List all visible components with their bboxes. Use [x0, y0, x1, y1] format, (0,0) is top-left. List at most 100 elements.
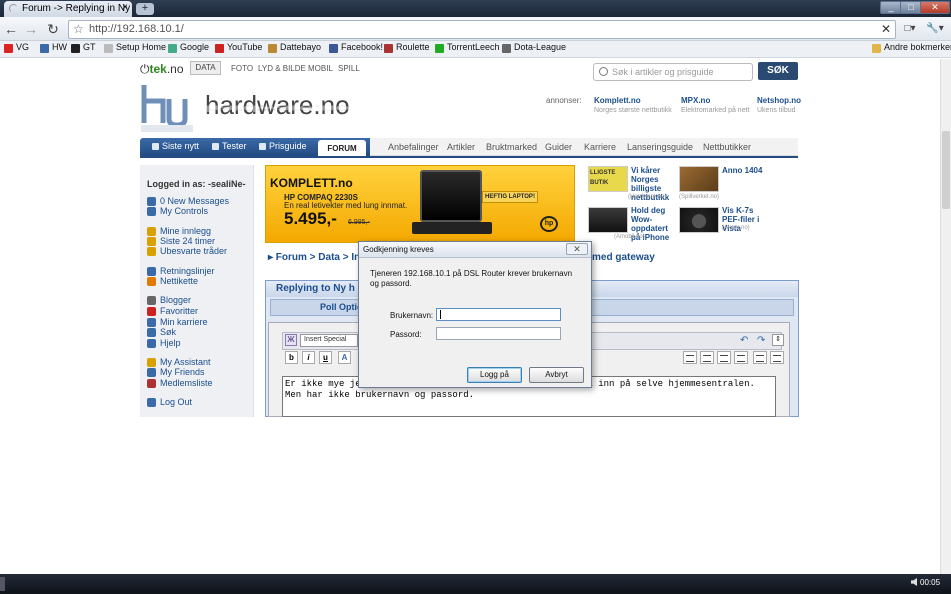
bookmark-google[interactable]: Google [168, 42, 209, 56]
sidebar-item-icon [147, 227, 156, 236]
align-center-icon[interactable] [700, 351, 714, 364]
italic-button[interactable]: i [302, 351, 315, 364]
sidebar-item-icon [147, 237, 156, 246]
insert-special-select[interactable]: Insert Special [300, 334, 358, 347]
align-right-icon[interactable] [717, 351, 731, 364]
nav-prisguide[interactable]: Prisguide [259, 141, 307, 151]
bookmark-vg[interactable]: VG [4, 42, 29, 56]
taskbar-clock[interactable]: 00:05 [920, 578, 940, 587]
taskbar-edge [0, 577, 5, 591]
news-thumb-anno[interactable] [679, 166, 719, 192]
sidebar-item-label: Log Out [160, 397, 193, 407]
dialog-close-icon[interactable]: ✕ [566, 243, 588, 255]
page-menu-button[interactable]: □▾ [900, 20, 920, 38]
news-src-1: (Hardware.no) [628, 194, 667, 200]
star-icon[interactable]: ☆ [73, 22, 84, 36]
bookmark-gt[interactable]: GT [71, 42, 96, 56]
font-color-icon[interactable]: A [338, 351, 351, 364]
scrollbar-thumb[interactable] [942, 131, 950, 209]
nav-siste-nytt[interactable]: Siste nytt [152, 141, 199, 151]
hw-logo[interactable] [141, 83, 193, 133]
topnav-spill[interactable]: SPILL [338, 64, 360, 73]
topnav-mobil[interactable]: MOBIL [308, 64, 333, 73]
sidebar-item-ubesvarte-tr-der[interactable]: Ubesvarte tråder [147, 246, 227, 258]
topnav-lyd-bilde[interactable]: LYD & BILDE [258, 64, 306, 73]
reload-button[interactable]: ↻ [44, 20, 62, 38]
loading-icon [9, 4, 18, 13]
subnav-lanseringsguide[interactable]: Lanseringsguide [627, 142, 693, 152]
stop-icon[interactable]: ✕ [881, 22, 891, 36]
sidebar-item-my-controls[interactable]: My Controls [147, 206, 208, 218]
new-tab-button[interactable]: + [136, 3, 154, 15]
site-search-button[interactable]: SØK [758, 62, 798, 80]
bookmark-torrentleech[interactable]: TorrentLeech [435, 42, 500, 56]
news-thumb-iphone[interactable] [588, 207, 628, 233]
numbered-list-icon[interactable] [753, 351, 767, 364]
hp-logo: hp [540, 216, 558, 232]
other-bookmarks[interactable]: Andre bokmerker [872, 42, 951, 56]
taskbar [0, 574, 951, 594]
back-button[interactable]: ← [2, 20, 20, 38]
nav-tester[interactable]: Tester [212, 141, 247, 151]
bookmark-hw[interactable]: HW [40, 42, 67, 56]
bold-button[interactable]: b [285, 351, 298, 364]
tab-close-icon[interactable]: × [122, 2, 128, 13]
topnav-data[interactable]: DATA [190, 61, 221, 75]
justify-icon[interactable] [734, 351, 748, 364]
scrollbar[interactable] [940, 59, 951, 574]
bookmark-dota-league[interactable]: Dota-League [502, 42, 566, 56]
redo-icon[interactable]: ↷ [757, 335, 765, 346]
window-close-button[interactable]: ✕ [920, 1, 950, 14]
tek-logo[interactable]: ⏻tek.no [140, 62, 184, 77]
bookmark-roulette[interactable]: Roulette [384, 42, 430, 56]
news-thumb-camera[interactable] [679, 207, 719, 233]
topnav-foto[interactable]: FOTO [231, 64, 253, 73]
sidebar-item-hjelp[interactable]: Hjelp [147, 338, 181, 350]
sidebar-item-icon [147, 207, 156, 216]
browser-tab[interactable]: Forum -> Replying in Ny ... × [4, 1, 132, 17]
address-bar[interactable]: ☆ http://192.168.10.1/ ✕ [68, 20, 896, 39]
news-title-2[interactable]: Anno 1404 [722, 166, 762, 175]
ad-komplett[interactable]: Komplett.no [594, 96, 641, 105]
sidebar-item-nettikette[interactable]: Nettikette [147, 276, 198, 288]
password-field[interactable] [436, 327, 561, 340]
ad-netshop[interactable]: Netshop.no [757, 96, 801, 105]
underline-button[interactable]: u [319, 351, 332, 364]
text-cursor [440, 310, 441, 319]
breadcrumb[interactable]: ▸ Forum > Data > Inf [268, 252, 364, 263]
breadcrumb-tail[interactable]: med gateway [592, 252, 655, 263]
poll-options-label[interactable]: Poll Optio [320, 302, 363, 312]
bookmark-dattebayo[interactable]: Dattebayo [268, 42, 321, 56]
undo-icon[interactable]: ↶ [740, 335, 748, 346]
subnav-artikler[interactable]: Artikler [447, 142, 475, 152]
maximize-button[interactable]: □ [900, 1, 922, 14]
special-char-icon[interactable]: Ж [285, 334, 297, 346]
bullet-list-icon[interactable] [770, 351, 784, 364]
username-field[interactable] [436, 308, 561, 321]
resize-icon[interactable]: ⇕ [772, 334, 784, 346]
cancel-button[interactable]: Avbryt [529, 367, 584, 383]
sidebar-item-icon [147, 358, 156, 367]
bookmark-setup-home[interactable]: Setup Home [104, 42, 166, 56]
wrench-menu-button[interactable]: 🔧▾ [924, 20, 946, 38]
news-src-4: (Akam.no) [722, 225, 750, 231]
forward-button[interactable]: → [22, 20, 40, 38]
subnav-anbefalinger[interactable]: Anbefalinger [388, 142, 439, 152]
ad-mpx[interactable]: MPX.no [681, 96, 710, 105]
subnav-karriere[interactable]: Karriere [584, 142, 616, 152]
news-thumb-butikk[interactable]: LLIGSTE BUTIK [588, 166, 628, 192]
subnav-bruktmarked[interactable]: Bruktmarked [486, 142, 537, 152]
password-label: Passord: [390, 330, 422, 339]
nav-forum[interactable]: FORUM [318, 140, 366, 157]
sidebar-item-icon [147, 398, 156, 407]
minimize-button[interactable]: _ [880, 1, 902, 14]
site-search-input[interactable]: Søk i artikler og prisguide [593, 63, 753, 81]
bookmark-youtube[interactable]: YouTube [215, 42, 262, 56]
align-left-icon[interactable] [683, 351, 697, 364]
sidebar-item-medlemsliste[interactable]: Medlemsliste [147, 378, 213, 390]
login-button[interactable]: Logg på [467, 367, 522, 383]
subnav-guider[interactable]: Guider [545, 142, 572, 152]
bookmark-facebook[interactable]: Facebook! [329, 42, 383, 56]
sidebar-item-log-out[interactable]: Log Out [147, 397, 192, 409]
subnav-nettbutikker[interactable]: Nettbutikker [703, 142, 751, 152]
